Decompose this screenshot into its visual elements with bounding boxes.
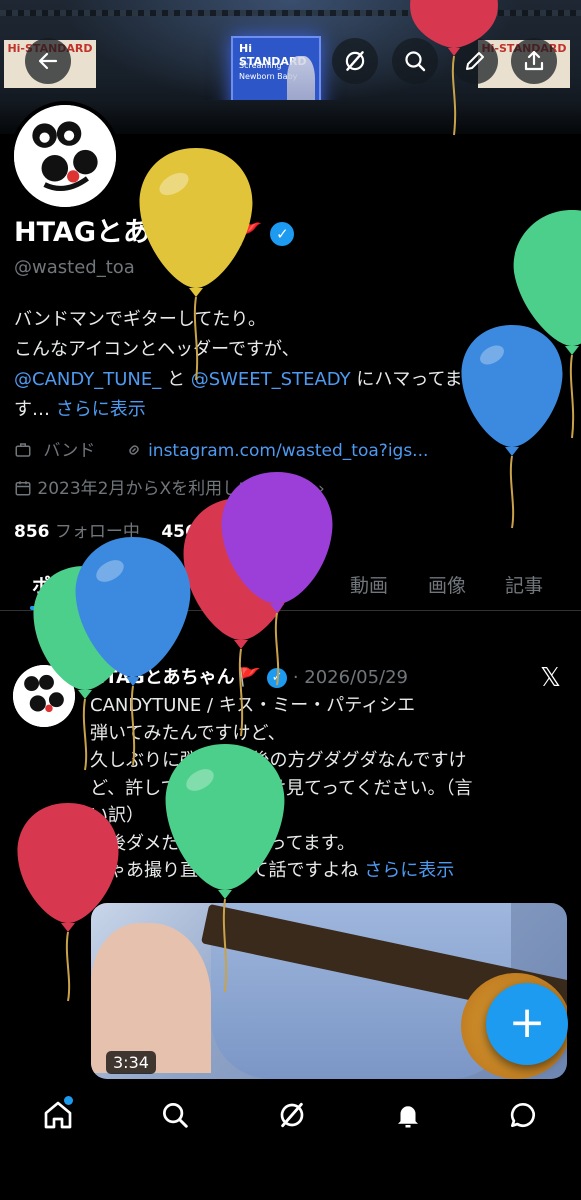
avatar-illustration xyxy=(14,105,116,207)
profile-handle: @wasted_toa xyxy=(14,257,135,278)
tweet-text: CANDYTUNE / キス・ミー・パティシエ 弾いてみたんですけど、 久しぶり… xyxy=(90,692,550,885)
following-label: フォロー中 xyxy=(54,522,140,542)
tab-highlights[interactable]: ハイライト xyxy=(215,571,310,598)
tweet-line: ど、許してくれる人だけ見てってください。（言 xyxy=(90,777,473,799)
tab-replies[interactable]: 返信 xyxy=(130,571,168,598)
back-button[interactable] xyxy=(25,38,71,84)
followers-label: フォロワー xyxy=(202,522,288,542)
search-icon xyxy=(405,51,426,72)
tweet-author-name[interactable]: HTAGとあちゃん xyxy=(90,667,235,688)
nav-search[interactable] xyxy=(155,1095,195,1135)
tweet-header: HTAGとあちゃん 🚩 ✓ · 2026/05/29 xyxy=(90,667,409,688)
profile-stats: 856 フォロー中 456 フォロワー xyxy=(14,517,287,542)
x-logo-icon: 𝕏 xyxy=(540,663,561,693)
bio-line: バンドマンでギターしてたり。 xyxy=(14,309,266,330)
verified-badge-icon: ✓ xyxy=(270,221,295,246)
nav-messages[interactable] xyxy=(503,1095,543,1135)
link-icon xyxy=(128,445,139,455)
grok-icon xyxy=(345,51,365,71)
compose-button[interactable]: + xyxy=(486,983,568,1065)
share-icon xyxy=(524,50,544,71)
tab-articles[interactable]: 記事 xyxy=(505,571,543,598)
search-icon xyxy=(163,1103,188,1128)
bio-show-more-link[interactable]: さらに表示 xyxy=(56,399,146,420)
bottom-navigation xyxy=(0,1079,581,1200)
briefcase-icon xyxy=(15,443,31,457)
video-duration: 3:34 xyxy=(106,1051,156,1074)
following-link[interactable]: 856 フォロー中 xyxy=(14,522,140,542)
active-tab-indicator xyxy=(30,606,90,610)
arrow-left-icon xyxy=(38,52,58,70)
messages-icon xyxy=(510,1102,535,1127)
notifications-icon xyxy=(398,1106,418,1128)
tweet-avatar[interactable] xyxy=(13,665,75,727)
tweet-line: い訳） xyxy=(90,805,144,826)
nav-home[interactable] xyxy=(38,1095,78,1135)
nav-notifications[interactable] xyxy=(388,1095,428,1135)
nav-grok[interactable] xyxy=(272,1095,312,1135)
calendar-icon xyxy=(15,481,31,496)
tweet-avatar-illustration xyxy=(13,665,75,727)
flag-emoji: 🚩 xyxy=(238,667,262,688)
edit-button[interactable] xyxy=(452,38,498,84)
verified-badge-icon: ✓ xyxy=(267,668,288,688)
tweet-line: CANDYTUNE / キス・ミー・パティシエ xyxy=(90,695,416,716)
grok-icon xyxy=(280,1102,304,1128)
tweet-date[interactable]: 2026/05/29 xyxy=(304,667,408,688)
tweet-line: じゃあ撮り直せよって話ですよね xyxy=(90,860,365,881)
bio-text: と xyxy=(161,369,191,390)
bio-mention-link[interactable]: @SWEET_STEADY xyxy=(191,369,351,390)
tab-images[interactable]: 画像 xyxy=(428,571,466,598)
grok-button[interactable] xyxy=(332,38,378,84)
tab-posts[interactable]: ポスト xyxy=(32,571,89,598)
pin-icon: 📌 xyxy=(58,635,76,651)
tab-videos[interactable]: 動画 xyxy=(350,571,388,598)
profile-avatar[interactable] xyxy=(10,101,120,211)
tweet-line: 弾いてみたんですけど、 xyxy=(90,722,286,744)
flag-emoji: 🚩 xyxy=(234,222,263,247)
share-button[interactable] xyxy=(511,38,557,84)
bio-mention-link[interactable]: @CANDY_TUNE_ xyxy=(14,369,161,390)
chevron-right-icon: › xyxy=(318,479,325,499)
tweet-line: 最後ダメだーって声入ってます。 xyxy=(90,832,355,854)
profile-name-text: HTAGとあちゃん xyxy=(14,217,231,248)
profile-website-link[interactable]: instagram.com/wasted_toa?igs... xyxy=(148,441,428,461)
pinned-label: 📌 固定 xyxy=(58,635,108,651)
bio-text: にハマってま xyxy=(350,369,463,390)
profile-meta-row: バンド instagram.com/wasted_toa?igs... xyxy=(14,436,428,461)
profile-joined-row[interactable]: 2023年2月からXを利用しています › xyxy=(14,474,325,499)
notification-dot xyxy=(64,1096,73,1105)
bio-line: こんなアイコンとヘッダーですが、 xyxy=(14,339,300,360)
profile-joined-date: 2023年2月からXを利用しています xyxy=(37,479,307,499)
profile-category: バンド xyxy=(43,441,96,461)
bio-text: す… xyxy=(14,399,56,420)
tweet-line: 久しぶりに弾いて最後の方グダグダなんですけ xyxy=(90,750,467,771)
profile-bio: バンドマンでギターしてたり。 こんなアイコンとヘッダーですが、 @CANDY_T… xyxy=(14,305,554,425)
following-count: 856 xyxy=(14,522,50,542)
followers-count: 456 xyxy=(161,522,197,542)
search-button[interactable] xyxy=(392,38,438,84)
profile-tabs: ポスト 返信 ハイライト 動画 画像 記事 xyxy=(0,560,581,611)
followers-link[interactable]: 456 フォロワー xyxy=(161,522,287,542)
tweet-show-more-link[interactable]: さらに表示 xyxy=(364,860,454,881)
profile-name: HTAGとあちゃん 🚩 ✓ xyxy=(14,210,295,249)
edit-icon xyxy=(466,52,484,70)
tweet-video[interactable]: 3:34 xyxy=(91,903,567,1079)
banner-truss xyxy=(0,10,581,16)
